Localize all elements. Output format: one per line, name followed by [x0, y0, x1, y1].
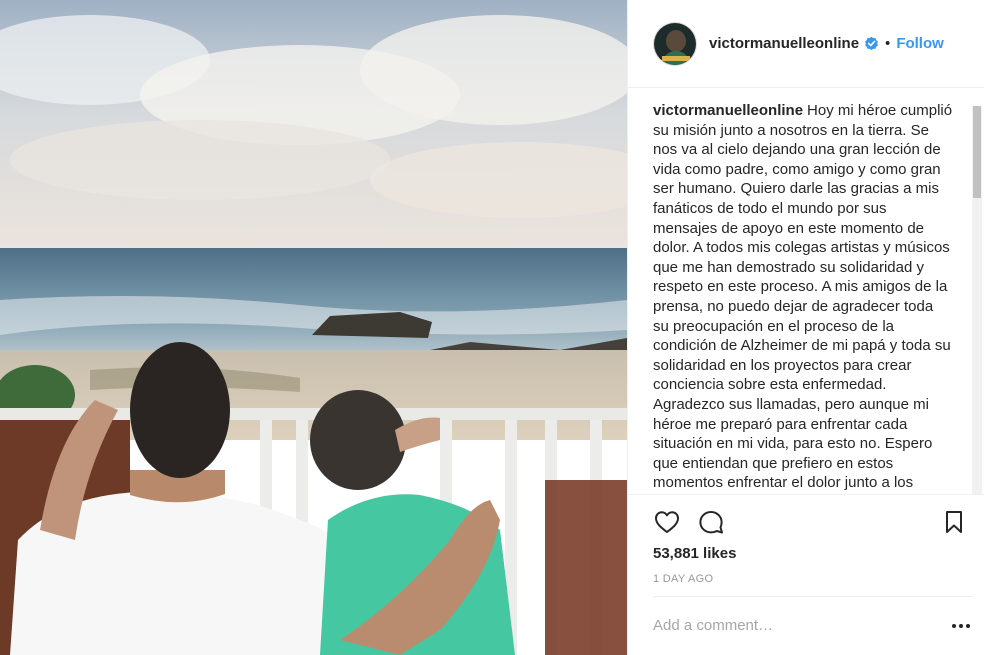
header-separator: •: [885, 35, 891, 52]
speech-bubble-icon: [699, 511, 723, 534]
scrollbar-thumb[interactable]: [973, 106, 981, 198]
more-options-icon: [952, 624, 970, 628]
profile-avatar[interactable]: [653, 21, 697, 66]
comments-list[interactable]: victormanuelleonline Hoy mi héroe cumplió…: [653, 101, 953, 493]
likes-count[interactable]: 53,881 likes: [653, 545, 736, 562]
bookmark-icon: [946, 511, 962, 533]
add-comment-section: [653, 596, 973, 655]
post-header: victormanuelleonline • Follow: [628, 0, 984, 88]
post-photo[interactable]: [0, 0, 627, 655]
verified-badge-icon: [865, 36, 878, 51]
more-options-button[interactable]: [949, 616, 973, 636]
comments-scrollbar[interactable]: [972, 106, 982, 494]
photo-scene: [0, 0, 627, 655]
post-timestamp[interactable]: 1 DAY AGO: [653, 573, 713, 585]
caption-text: Hoy mi héroe cumplió su misión junto a n…: [653, 102, 953, 492]
caption-username[interactable]: victormanuelleonline: [653, 102, 803, 119]
heart-icon: [655, 511, 679, 533]
avatar-image: [654, 22, 696, 65]
post-details-panel: victormanuelleonline • Follow victormanu…: [627, 0, 984, 655]
comment-input[interactable]: [653, 614, 923, 636]
comment-button[interactable]: [697, 508, 725, 536]
caption: victormanuelleonline Hoy mi héroe cumplió…: [653, 101, 953, 493]
follow-button[interactable]: Follow: [896, 35, 944, 52]
like-button[interactable]: [653, 508, 681, 536]
save-button[interactable]: [940, 508, 968, 536]
action-icons: [653, 508, 973, 536]
instagram-post: victormanuelleonline • Follow victormanu…: [0, 0, 984, 655]
profile-username[interactable]: victormanuelleonline: [709, 35, 859, 52]
actions-divider: [628, 494, 984, 495]
